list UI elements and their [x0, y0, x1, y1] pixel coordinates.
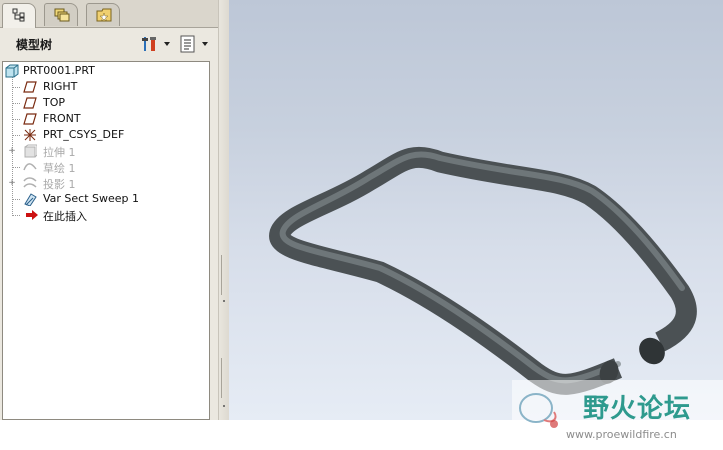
datum-plane-icon	[23, 81, 37, 93]
watermark-url: www.proewildfire.cn	[566, 428, 677, 441]
tree-connector	[12, 103, 20, 104]
splitter-groove	[221, 255, 228, 295]
tree-show-button[interactable]	[178, 34, 210, 54]
tree-item-right[interactable]: RIGHT	[3, 79, 209, 95]
model-tree-header: 模型树	[0, 28, 218, 60]
tree-item-label: PRT_CSYS_DEF	[43, 128, 125, 141]
expand-icon[interactable]: +	[8, 147, 16, 156]
layers-icon	[54, 8, 70, 22]
tree-item-label: Var Sect Sweep 1	[43, 192, 140, 205]
sweep-icon	[24, 193, 37, 206]
tree-item-sweep[interactable]: Var Sect Sweep 1	[3, 191, 209, 207]
datum-plane-icon	[23, 113, 37, 125]
tree-connector	[12, 199, 20, 200]
graphics-viewport[interactable]	[229, 0, 723, 420]
tree-connector	[12, 119, 20, 120]
folder-star-icon	[96, 8, 112, 22]
watermark-text: 野火论坛	[583, 394, 692, 424]
tools-icon	[142, 37, 156, 51]
tree-item-label: TOP	[43, 96, 66, 109]
list-icon	[180, 35, 195, 53]
tree-item-extrude[interactable]: + 拉伸 1	[3, 143, 209, 159]
tree-item-projection[interactable]: + 投影 1	[3, 175, 209, 191]
chevron-down-icon	[164, 42, 170, 46]
swept-tube-model[interactable]	[229, 0, 723, 420]
navigator-tab-strip	[0, 0, 218, 28]
navigator-panel: 模型树 PRT0001.PRT RIGHT TOP FRONT PRT_CSYS…	[0, 0, 219, 420]
tree-connector	[12, 167, 20, 168]
expand-icon[interactable]: +	[8, 179, 16, 188]
csys-icon	[24, 129, 36, 141]
model-tree: PRT0001.PRT RIGHT TOP FRONT PRT_CSYS_DEF	[2, 61, 210, 420]
chevron-down-icon	[202, 42, 208, 46]
projection-icon	[23, 177, 37, 188]
splitter-groove	[221, 358, 228, 398]
tree-root-label: PRT0001.PRT	[23, 64, 95, 77]
extrude-icon	[24, 144, 37, 158]
model-tree-tab[interactable]	[2, 3, 36, 28]
tree-settings-button[interactable]	[140, 34, 172, 54]
datum-plane-icon	[23, 97, 37, 109]
tree-item-sketch[interactable]: 草绘 1	[3, 159, 209, 175]
tree-connector	[12, 87, 20, 88]
tree-item-front[interactable]: FRONT	[3, 111, 209, 127]
splitter-grip[interactable]	[223, 300, 225, 302]
tree-item-csys[interactable]: PRT_CSYS_DEF	[3, 127, 209, 143]
tree-item-label: 在此插入	[43, 210, 87, 223]
tree-root[interactable]: PRT0001.PRT	[3, 63, 209, 79]
favorites-tab[interactable]	[86, 3, 120, 26]
tree-item-label: 投影 1	[43, 178, 76, 191]
tree-connector	[12, 215, 20, 216]
insert-arrow-icon	[26, 210, 38, 220]
tree-item-top[interactable]: TOP	[3, 95, 209, 111]
layers-tab[interactable]	[44, 3, 78, 26]
tree-item-label: 草绘 1	[43, 162, 76, 175]
tree-item-label: RIGHT	[43, 80, 78, 93]
tree-connector	[12, 135, 20, 136]
sketch-icon	[23, 163, 37, 171]
tree-insert-here[interactable]: 在此插入	[3, 207, 209, 223]
model-tree-icon	[12, 8, 25, 22]
splitter-grip[interactable]	[223, 405, 225, 407]
tree-item-label: 拉伸 1	[43, 146, 76, 159]
part-icon	[5, 64, 19, 78]
tree-item-label: FRONT	[43, 112, 81, 125]
model-tree-title: 模型树	[16, 38, 53, 52]
forum-logo-icon	[519, 393, 558, 428]
